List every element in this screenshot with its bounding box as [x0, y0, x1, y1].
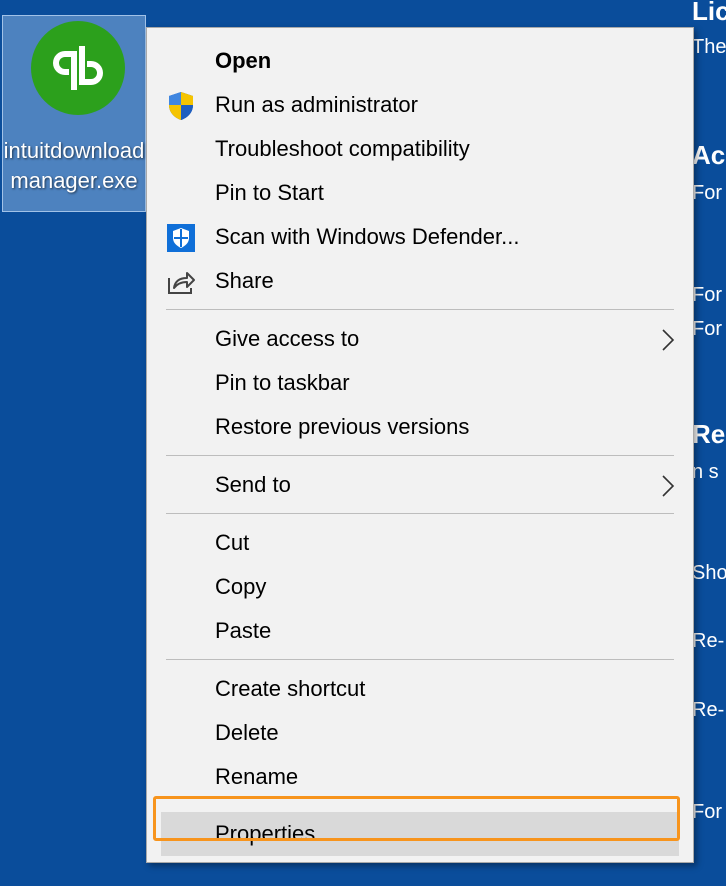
menu-item-label: Pin to taskbar	[215, 370, 350, 395]
menu-item-label: Pin to Start	[215, 180, 324, 205]
menu-item-label: Rename	[215, 764, 299, 789]
bg-window-text: For	[692, 284, 722, 306]
chevron-right-icon	[662, 329, 675, 351]
menu-item-create-shortcut[interactable]: Create shortcut	[147, 667, 693, 711]
menu-separator	[166, 309, 674, 310]
menu-item-label: Run as administrator	[215, 92, 418, 117]
menu-separator	[166, 659, 674, 660]
menu-separator	[166, 455, 674, 456]
menu-item-label: Cut	[215, 530, 250, 555]
bg-window-heading: Re	[692, 419, 726, 449]
menu-item-scan-with-windows-defender[interactable]: Scan with Windows Defender...	[147, 215, 693, 259]
menu-item-rename[interactable]: Rename	[147, 755, 693, 799]
bg-window-heading: Lic	[692, 0, 726, 26]
menu-item-run-as-administrator[interactable]: Run as administrator	[147, 83, 693, 127]
bg-window-text: For	[692, 801, 722, 823]
menu-item-label: Troubleshoot compatibility	[215, 136, 470, 161]
menu-item-label: Send to	[215, 472, 291, 497]
bg-window-text: The	[692, 36, 726, 58]
menu-item-label: Share	[215, 268, 274, 293]
desktop-file-icon-intuitdownloadmanager[interactable]: intuitdownloadmanager.exe	[2, 15, 146, 212]
menu-item-label: Open	[215, 48, 272, 73]
chevron-right-icon	[662, 475, 675, 497]
menu-item-cut[interactable]: Cut	[147, 521, 693, 565]
windows-defender-icon	[167, 224, 195, 252]
menu-item-label: Paste	[215, 618, 272, 643]
menu-item-label: Scan with Windows Defender...	[215, 224, 520, 249]
menu-item-label: Give access to	[215, 326, 360, 351]
bg-window-text: n s	[692, 461, 719, 483]
menu-item-share[interactable]: Share	[147, 259, 693, 303]
highlight-annotation-box	[153, 796, 680, 841]
menu-item-copy[interactable]: Copy	[147, 565, 693, 609]
bg-window-text: Sho	[692, 562, 726, 584]
menu-item-send-to[interactable]: Send to	[147, 463, 693, 507]
menu-item-restore-previous-versions[interactable]: Restore previous versions	[147, 405, 693, 449]
menu-item-label: Copy	[215, 574, 267, 599]
menu-item-pin-to-start[interactable]: Pin to Start	[147, 171, 693, 215]
menu-item-paste[interactable]: Paste	[147, 609, 693, 653]
menu-item-pin-to-taskbar[interactable]: Pin to taskbar	[147, 361, 693, 405]
bg-window-text: For	[692, 182, 722, 204]
context-menu: Open Run as administrator Troubleshoot c…	[146, 27, 694, 863]
menu-item-label: Create shortcut	[215, 676, 366, 701]
bg-window-text: Re-	[692, 699, 725, 721]
menu-item-label: Restore previous versions	[215, 414, 470, 439]
menu-item-delete[interactable]: Delete	[147, 711, 693, 755]
bg-window-heading: Ac	[692, 140, 726, 170]
quickbooks-logo-icon	[31, 21, 125, 115]
menu-separator	[166, 513, 674, 514]
menu-item-troubleshoot-compatibility[interactable]: Troubleshoot compatibility	[147, 127, 693, 171]
uac-shield-icon	[169, 92, 193, 120]
bg-window-text: Re-	[692, 630, 725, 652]
bg-window-text: For	[692, 318, 722, 340]
share-icon	[168, 272, 195, 294]
menu-item-open[interactable]: Open	[147, 39, 693, 83]
file-name-label: intuitdownloadmanager.exe	[3, 138, 145, 193]
menu-item-give-access-to[interactable]: Give access to	[147, 317, 693, 361]
menu-item-label: Delete	[215, 720, 279, 745]
